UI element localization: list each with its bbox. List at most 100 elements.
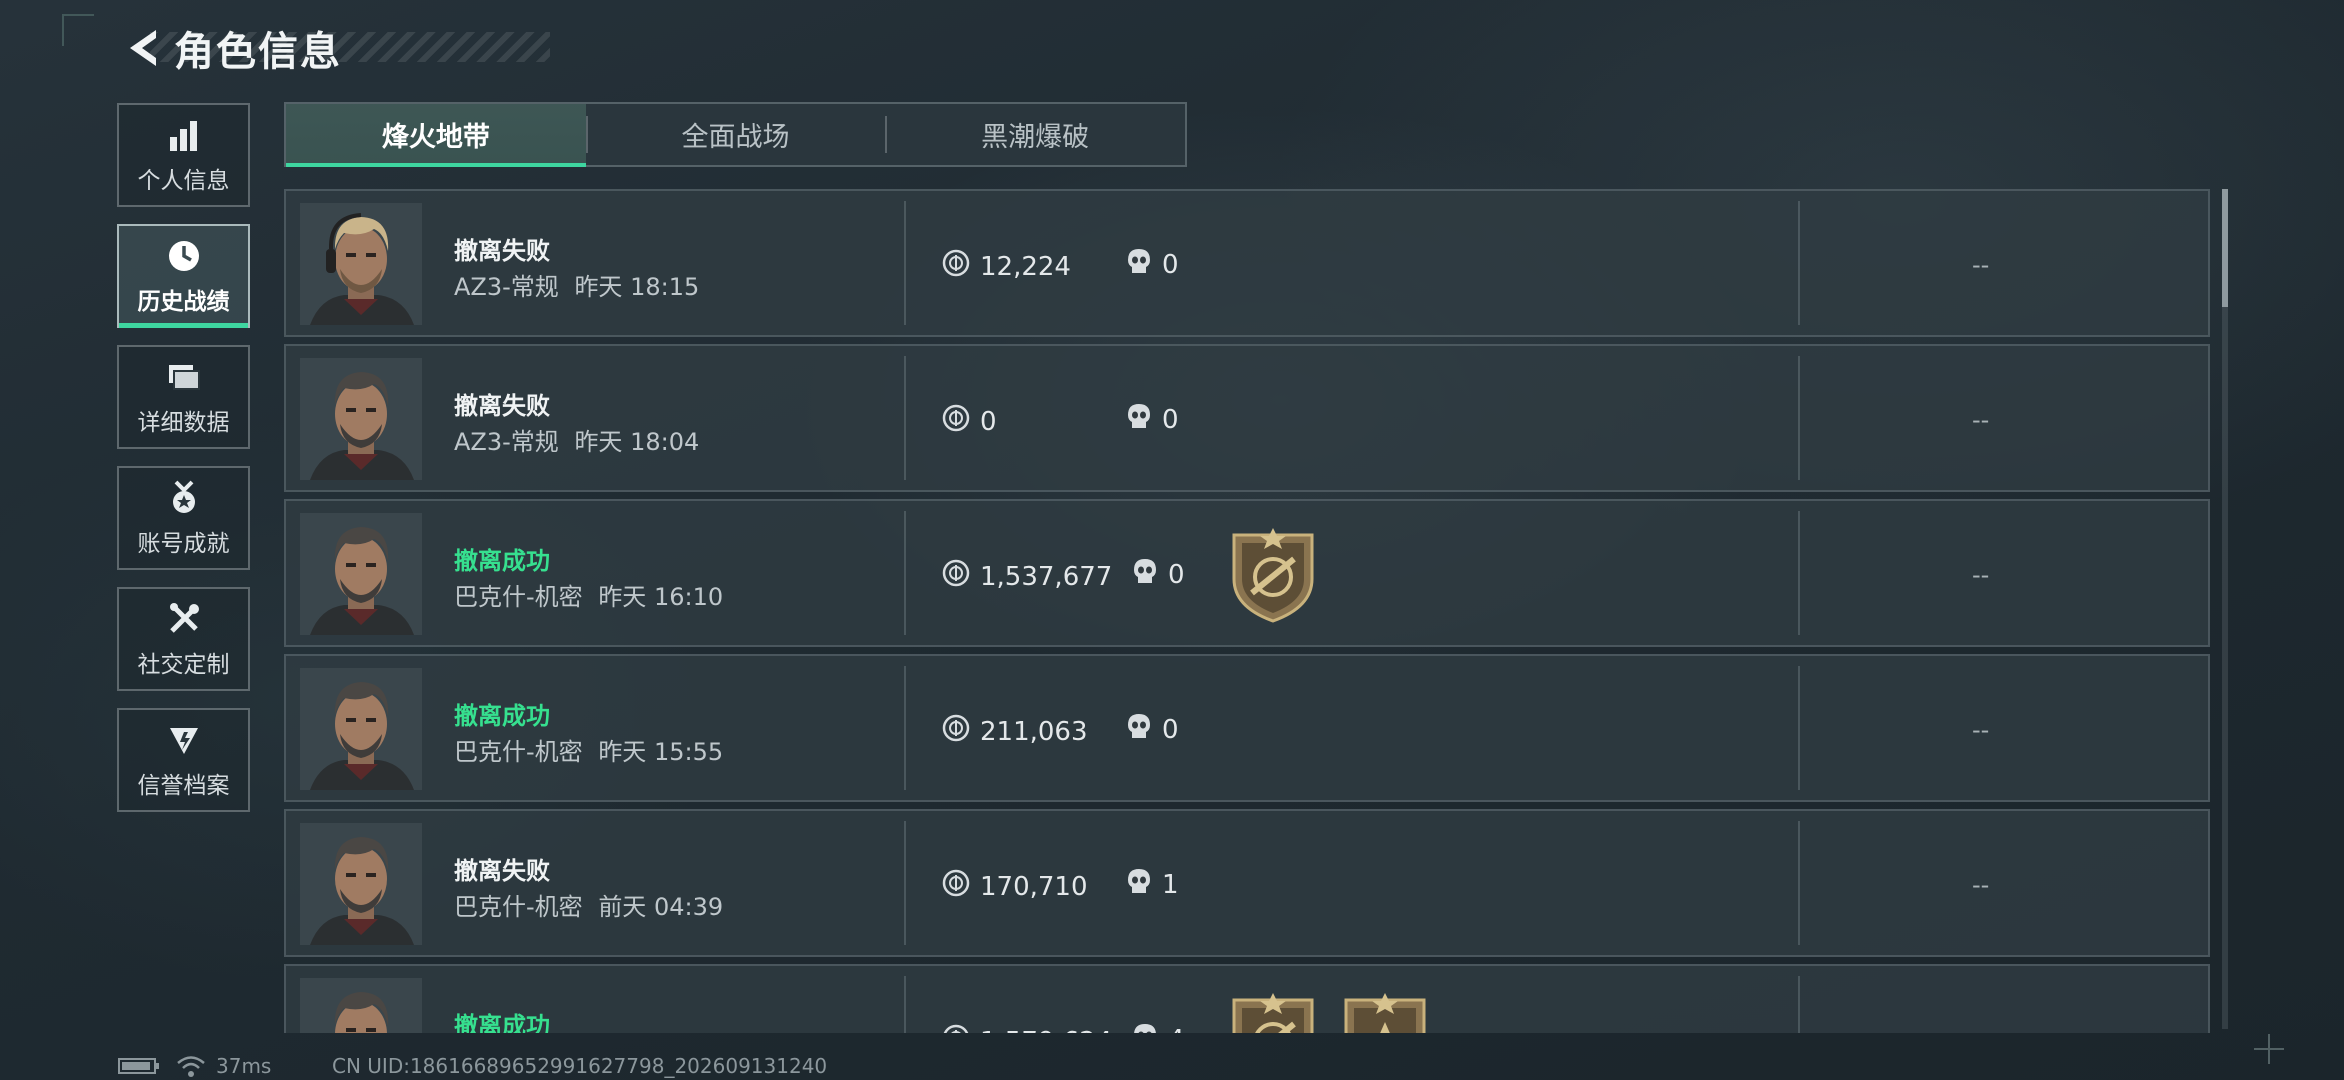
skull-icon <box>1132 1022 1158 1033</box>
sidebar-item-label: 社交定制 <box>137 652 230 678</box>
match-time: 昨天 15:55 <box>598 738 724 766</box>
plus-decoration <box>2254 1034 2284 1064</box>
divider <box>904 666 906 790</box>
back-button[interactable] <box>118 22 164 74</box>
sidebar-item-detailed-data[interactable]: 详细数据 <box>117 345 250 449</box>
map-name: AZ3-常规 <box>454 273 559 301</box>
sidebar-item-label: 信誉档案 <box>137 773 230 799</box>
loot-value-text: 0 <box>980 406 997 437</box>
achievement-badge-icon <box>1230 527 1316 623</box>
coin-icon <box>942 249 970 284</box>
loot-value-text: 170,710 <box>980 871 1088 902</box>
tab-beacon-zone[interactable]: 烽火地带 <box>286 104 586 167</box>
loot-value: 170,710 <box>942 869 1088 904</box>
tab-full-battlefield[interactable]: 全面战场 <box>585 104 886 165</box>
sidebar-item-label: 账号成就 <box>137 531 230 557</box>
loot-value-text: 211,063 <box>980 716 1088 747</box>
map-name: 巴克什-机密 <box>454 738 583 766</box>
kill-count: 0 <box>1132 557 1185 592</box>
medal-icon <box>164 478 204 518</box>
scrollbar-thumb[interactable] <box>2222 189 2228 307</box>
extra-value: -- <box>1972 561 1990 589</box>
loot-value-text: 12,224 <box>980 251 1071 282</box>
map-and-time: 巴克什-机密 前天 04:39 <box>454 887 723 922</box>
sidebar-item-match-history[interactable]: 历史战绩 <box>117 224 250 328</box>
match-time: 昨天 16:10 <box>598 583 724 611</box>
operator-avatar <box>300 823 422 945</box>
sidebar: 个人信息 历史战绩 详细数据 账号成就 社交定制 信誉档案 <box>117 103 254 829</box>
kill-count: 0 <box>1126 712 1179 747</box>
coin-icon <box>942 1024 970 1033</box>
match-record-row[interactable]: 撤离成功 巴克什-机密 昨天 16:10 1,537,677 0 -- <box>284 499 2210 647</box>
extraction-status: 撤离失败 <box>454 237 550 265</box>
match-record-row[interactable]: 撤离失败 AZ3-常规 昨天 18:15 12,224 0 -- <box>284 189 2210 337</box>
kill-count: 1 <box>1126 867 1179 902</box>
coin-icon <box>942 404 970 439</box>
skull-icon <box>1132 557 1158 592</box>
extra-value: -- <box>1972 1026 1989 1033</box>
kill-count-text: 0 <box>1162 404 1179 435</box>
divider <box>1798 821 1800 945</box>
loot-value-text: 1,579,624 <box>980 1027 1112 1034</box>
extra-value: -- <box>1972 251 1990 279</box>
map-and-time: AZ3-常规 昨天 18:04 <box>454 422 699 457</box>
divider <box>904 821 906 945</box>
tab-black-tide[interactable]: 黑潮爆破 <box>885 104 1185 165</box>
sidebar-item-achievements[interactable]: 账号成就 <box>117 466 250 570</box>
corner-decoration <box>62 14 94 46</box>
map-name: 巴克什-机密 <box>454 583 583 611</box>
divider <box>1798 356 1800 480</box>
map-name: AZ3-常规 <box>454 428 559 456</box>
extra-value: -- <box>1972 871 1990 899</box>
match-record-row[interactable]: 撤离失败 AZ3-常规 昨天 18:04 0 0 -- <box>284 344 2210 492</box>
kill-count-text: 1 <box>1162 869 1179 900</box>
kill-count-text: 0 <box>1168 559 1185 590</box>
credit-icon <box>164 720 204 760</box>
sidebar-item-label: 个人信息 <box>137 168 230 194</box>
map-and-time: AZ3-常规 昨天 18:15 <box>454 267 699 302</box>
loot-value: 211,063 <box>942 714 1088 749</box>
user-uid: CN UID:18616689652991627798_202609131240 <box>332 1054 828 1078</box>
skull-icon <box>1126 247 1152 282</box>
divider <box>904 201 906 325</box>
operator-avatar <box>300 203 422 325</box>
divider <box>1798 666 1800 790</box>
match-record-row[interactable]: 撤离失败 巴克什-机密 前天 04:39 170,710 1 -- <box>284 809 2210 957</box>
match-record-row[interactable]: 撤离成功 1,579,624 4 -- <box>284 964 2210 1033</box>
coin-icon <box>942 559 970 594</box>
scrollbar[interactable] <box>2222 189 2228 1029</box>
kill-count: 0 <box>1126 402 1179 437</box>
divider <box>1798 511 1800 635</box>
kill-count: 4 <box>1132 1022 1185 1033</box>
loot-value: 1,579,624 <box>942 1024 1112 1033</box>
operator-avatar <box>300 978 422 1033</box>
sidebar-item-personal-info[interactable]: 个人信息 <box>117 103 250 207</box>
divider <box>1798 976 1800 1033</box>
match-record-row[interactable]: 撤离成功 巴克什-机密 昨天 15:55 211,063 0 -- <box>284 654 2210 802</box>
battery-icon <box>118 1058 159 1074</box>
sidebar-item-credit[interactable]: 信誉档案 <box>117 708 250 812</box>
extra-value: -- <box>1972 716 1990 744</box>
kill-count-text: 0 <box>1162 714 1179 745</box>
extraction-status: 撤离成功 <box>454 702 550 730</box>
back-arrow-icon <box>130 30 156 66</box>
match-time: 昨天 18:15 <box>574 273 700 301</box>
sidebar-item-label: 详细数据 <box>137 410 230 436</box>
clock-icon <box>164 236 204 276</box>
map-name: 巴克什-机密 <box>454 893 583 921</box>
sidebar-item-label: 历史战绩 <box>137 289 230 315</box>
folder-icon <box>164 357 204 397</box>
map-and-time: 巴克什-机密 昨天 16:10 <box>454 577 723 612</box>
loot-value: 0 <box>942 404 997 439</box>
divider <box>904 976 906 1033</box>
extraction-status: 撤离失败 <box>454 392 550 420</box>
kill-count-text: 0 <box>1162 249 1179 280</box>
operator-avatar <box>300 668 422 790</box>
divider <box>1798 201 1800 325</box>
sidebar-item-social[interactable]: 社交定制 <box>117 587 250 691</box>
bar-chart-icon <box>164 115 204 155</box>
match-time: 前天 04:39 <box>598 893 724 921</box>
page-header: 角色信息 <box>118 22 342 75</box>
map-and-time: 巴克什-机密 昨天 15:55 <box>454 732 723 767</box>
operator-avatar <box>300 358 422 480</box>
